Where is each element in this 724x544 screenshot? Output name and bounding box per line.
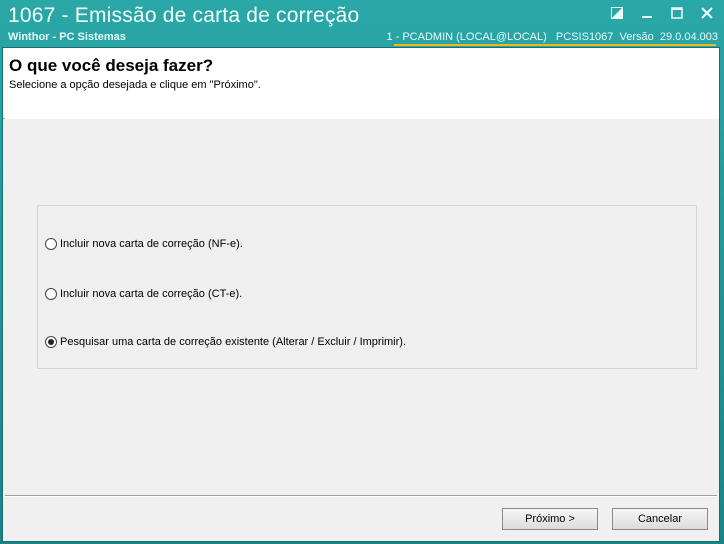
next-button-label: Próximo > [525,513,575,525]
option-cte-label: Incluir nova carta de correção (CT-e). [60,288,243,300]
radio-nfe[interactable] [45,238,57,250]
maximize-icon[interactable] [670,6,684,20]
close-icon[interactable] [700,6,714,20]
cancel-button[interactable]: Cancelar [612,508,708,530]
session-info-underline [394,44,716,46]
header-divider [5,118,719,119]
option-nfe-label: Incluir nova carta de correção (NF-e). [60,238,243,250]
minimize-icon[interactable] [640,6,654,20]
session-info: 1 - PCADMIN (LOCAL@LOCAL) PCSIS1067 Vers… [386,31,718,43]
window-title: 1067 - Emissão de carta de correção [8,4,360,27]
option-nfe[interactable]: Incluir nova carta de correção (NF-e). [45,238,243,250]
next-button[interactable]: Próximo > [502,508,598,530]
option-cte[interactable]: Incluir nova carta de correção (CT-e). [45,288,242,300]
window-controls [610,6,714,20]
option-search-label: Pesquisar uma carta de correção existent… [60,336,407,348]
wizard-panel: O que você deseja fazer? Selecione a opç… [2,47,720,542]
wizard-header: O que você deseja fazer? Selecione a opç… [3,48,719,119]
window-subtitle: Winthor - PC Sistemas [8,31,126,43]
radio-search[interactable] [45,336,57,348]
radio-cte[interactable] [45,288,57,300]
cancel-button-label: Cancelar [637,513,683,525]
page-instructions: Selecione a opção desejada e clique em "… [9,79,261,91]
app-window: 1067 - Emissão de carta de correção Wint… [0,0,724,544]
page-title: O que você deseja fazer? [9,56,214,75]
restore-icon[interactable] [610,6,624,20]
footer-divider-highlight [5,496,717,497]
option-search[interactable]: Pesquisar uma carta de correção existent… [45,336,406,348]
options-group: Incluir nova carta de correção (NF-e). I… [37,205,697,369]
